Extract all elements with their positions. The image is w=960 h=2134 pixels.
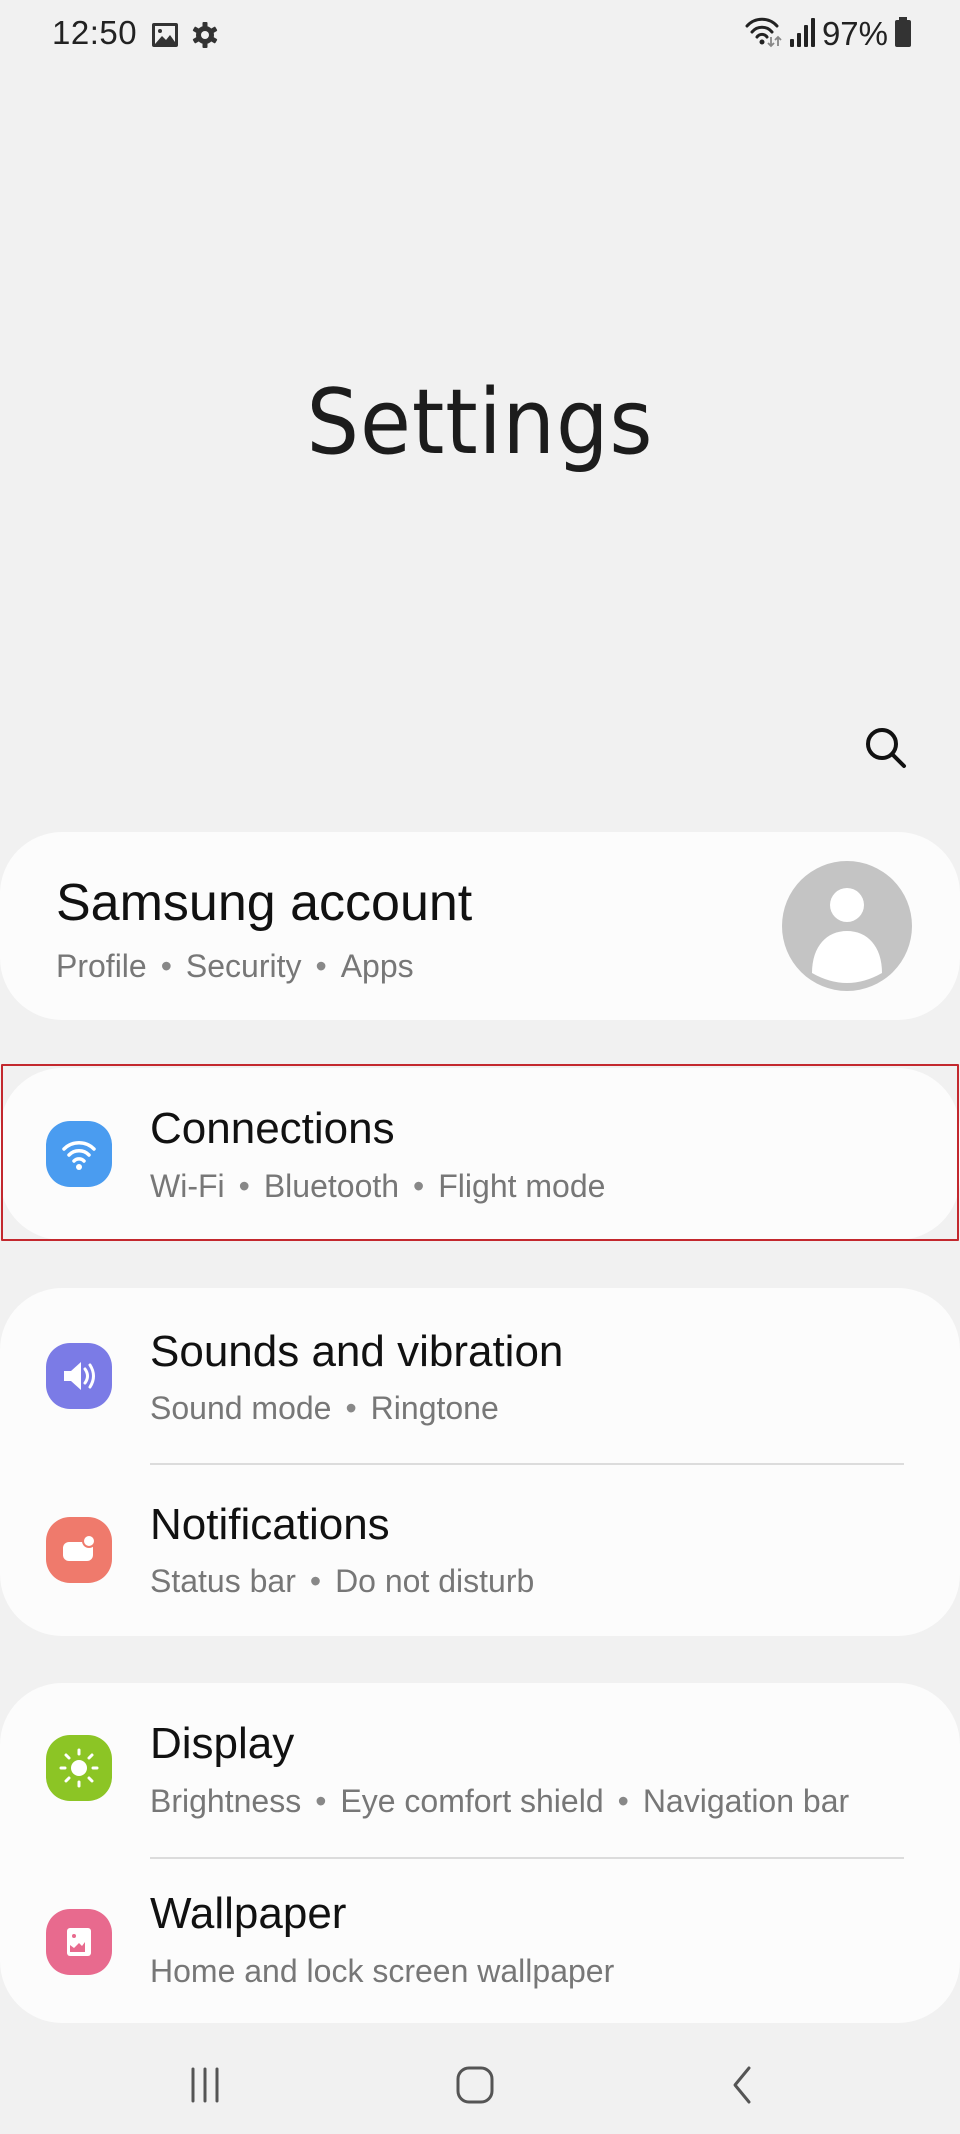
notifications-icon-tile xyxy=(46,1517,112,1583)
subtitle-item: Apps xyxy=(340,948,414,984)
separator-dot: • xyxy=(315,948,327,984)
subtitle-item: Wi-Fi xyxy=(150,1168,225,1204)
speaker-icon xyxy=(64,1362,95,1390)
subtitle-item: Navigation bar xyxy=(642,1783,850,1819)
item-subtitle: Sound mode • Ringtone xyxy=(150,1390,499,1427)
recents-button[interactable] xyxy=(160,2050,250,2120)
settings-group-display-wallpaper: Display Brightness • Eye comfort shield • Na… xyxy=(0,1683,960,2023)
subtitle-item: Status bar xyxy=(150,1563,296,1599)
brightness-icon xyxy=(59,1748,99,1788)
subtitle-item: Ringtone xyxy=(370,1390,499,1426)
notification-icon xyxy=(63,1534,96,1561)
account-subtitle: Profile • Security • Apps xyxy=(56,948,414,985)
sounds-icon-tile xyxy=(46,1343,112,1409)
home-button[interactable] xyxy=(430,2050,520,2120)
subtitle-item: Sound mode xyxy=(150,1390,332,1426)
item-title: Notifications xyxy=(150,1500,390,1549)
subtitle-item: Brightness xyxy=(150,1783,302,1819)
connections-card: Connections Wi-Fi • Bluetooth • Flight mode xyxy=(0,1068,960,1240)
subtitle-item: Home and lock screen wallpaper xyxy=(150,1953,615,1989)
item-title: Sounds and vibration xyxy=(150,1327,564,1376)
separator-dot: • xyxy=(315,1783,327,1819)
settings-item-notifications[interactable]: Notifications Status bar • Do not disturb xyxy=(0,1465,960,1636)
avatar-placeholder-icon xyxy=(812,888,882,983)
battery-icon xyxy=(894,15,912,54)
recents-icon xyxy=(191,2067,219,2103)
back-button[interactable] xyxy=(698,2050,788,2120)
account-title: Samsung account xyxy=(56,874,473,932)
wifi-icon xyxy=(62,1141,96,1170)
separator-dot: • xyxy=(160,948,172,984)
settings-gear-icon xyxy=(190,20,220,50)
back-icon xyxy=(733,2066,751,2104)
item-subtitle: Brightness • Eye comfort shield • Navigation… xyxy=(150,1783,849,1820)
signal-icon xyxy=(788,15,816,54)
home-icon xyxy=(456,2066,494,2104)
subtitle-item: Security xyxy=(185,948,302,984)
search-icon xyxy=(866,728,906,768)
separator-dot: • xyxy=(413,1168,425,1204)
subtitle-item: Eye comfort shield xyxy=(340,1783,604,1819)
page-title: Settings xyxy=(306,370,654,475)
subtitle-item: Profile xyxy=(56,948,147,984)
item-title: Wallpaper xyxy=(150,1889,347,1938)
item-title: Display xyxy=(150,1719,295,1768)
item-subtitle: Wi-Fi • Bluetooth • Flight mode xyxy=(150,1168,605,1205)
gallery-icon xyxy=(150,20,180,50)
avatar[interactable] xyxy=(782,861,912,991)
separator-dot: • xyxy=(238,1168,250,1204)
connections-icon-tile xyxy=(46,1121,112,1187)
settings-group-sound-notifications: Sounds and vibration Sound mode • Ringtone… xyxy=(0,1288,960,1636)
item-subtitle: Status bar • Do not disturb xyxy=(150,1563,534,1600)
wifi-icon xyxy=(744,15,782,54)
settings-item-sounds[interactable]: Sounds and vibration Sound mode • Ringtone xyxy=(0,1288,960,1464)
wallpaper-icon-tile xyxy=(46,1909,112,1975)
display-icon-tile xyxy=(46,1735,112,1801)
status-time: 12:50 xyxy=(52,14,138,51)
subtitle-item: Do not disturb xyxy=(335,1563,535,1599)
settings-item-wallpaper[interactable]: Wallpaper Home and lock screen wallpaper xyxy=(0,1859,960,2023)
wallpaper-icon xyxy=(67,1928,91,1956)
status-icons: 97% xyxy=(744,12,912,56)
item-subtitle: Home and lock screen wallpaper xyxy=(150,1953,614,1990)
separator-dot: • xyxy=(617,1783,629,1819)
subtitle-item: Flight mode xyxy=(438,1168,606,1204)
subtitle-item: Bluetooth xyxy=(263,1168,400,1204)
settings-item-display[interactable]: Display Brightness • Eye comfort shield • Na… xyxy=(0,1683,960,1858)
battery-percent: 97% xyxy=(821,15,888,52)
separator-dot: • xyxy=(309,1563,322,1599)
separator-dot: • xyxy=(345,1390,357,1426)
settings-item-connections[interactable]: Connections Wi-Fi • Bluetooth • Flight mode xyxy=(0,1068,960,1240)
item-title: Connections xyxy=(150,1104,395,1153)
search-button[interactable] xyxy=(858,720,914,776)
